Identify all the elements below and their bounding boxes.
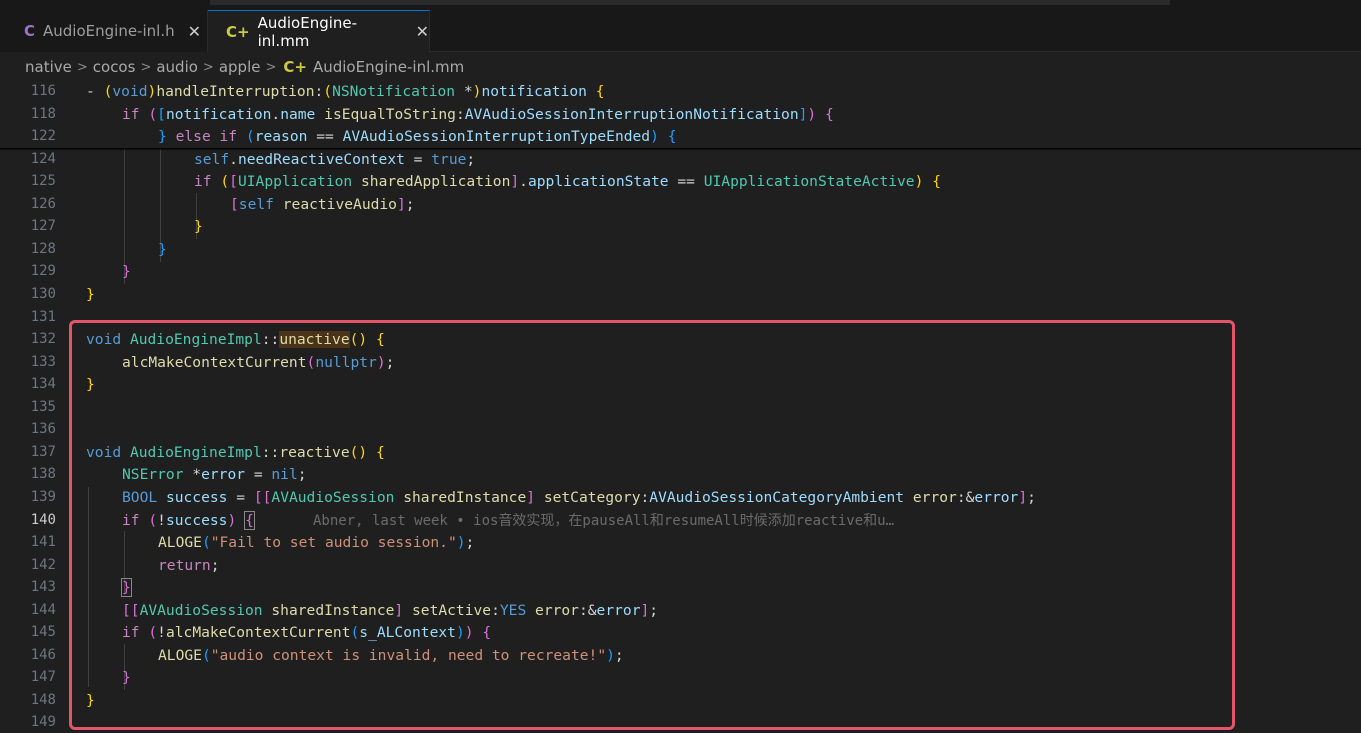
line-number: 122 <box>30 128 56 144</box>
line-number: 118 <box>30 106 56 122</box>
sticky-line[interactable]: 118 if ([notification.name isEqualToStri… <box>0 103 1361 125</box>
line-number: 137 <box>30 444 56 460</box>
code-line: 129 } <box>0 260 1361 282</box>
line-number: 126 <box>30 196 56 212</box>
c-file-icon: C <box>24 22 36 40</box>
line-number: 144 <box>30 602 56 618</box>
code-text: } <box>158 240 167 258</box>
breadcrumb-item-file[interactable]: AudioEngine-inl.mm <box>313 58 464 76</box>
line-number: 135 <box>30 399 56 415</box>
line-number: 133 <box>30 354 56 370</box>
code-line: 125 if ([UIApplication sharedApplication… <box>0 170 1361 192</box>
cpp-file-icon: C+ <box>283 58 307 76</box>
line-number: 149 <box>30 714 56 730</box>
code-text: if ([UIApplication sharedApplication].ap… <box>194 172 941 190</box>
code-line: 130 } <box>0 283 1361 305</box>
line-number: 139 <box>30 489 56 505</box>
chevron-right-icon: > <box>76 59 88 75</box>
sticky-line[interactable]: 122 } else if (reason == AVAudioSessionI… <box>0 125 1361 147</box>
code-text: if ([notification.name isEqualToString:A… <box>122 105 834 123</box>
close-icon[interactable]: ✕ <box>188 22 201 41</box>
line-number: 132 <box>30 331 56 347</box>
line-number: 129 <box>30 263 56 279</box>
breadcrumb: native > cocos > audio > apple > C+ Audi… <box>0 53 1361 81</box>
line-number: 142 <box>30 557 56 573</box>
line-number: 147 <box>30 669 56 685</box>
breadcrumb-item-apple[interactable]: apple <box>219 58 261 76</box>
code-line: 126 [self reactiveAudio]; <box>0 193 1361 215</box>
tab-audioengine-inl-mm[interactable]: C+ AudioEngine-inl.mm ✕ <box>208 10 430 52</box>
line-number: 124 <box>30 151 56 167</box>
line-number: 141 <box>30 534 56 550</box>
highlight-annotation-box <box>69 320 1235 730</box>
code-text: } <box>86 285 95 303</box>
tab-audioengine-inl-h[interactable]: C AudioEngine-inl.h ✕ <box>0 10 208 52</box>
line-number: 127 <box>30 218 56 234</box>
cpp-file-icon: C+ <box>226 22 250 41</box>
line-number: 131 <box>30 309 56 325</box>
tab-bar-scrollbar[interactable] <box>0 0 1361 9</box>
line-number: 148 <box>30 692 56 708</box>
line-number: 130 <box>30 286 56 302</box>
sticky-line[interactable]: 116 - (void)handleInterruption:(NSNotifi… <box>0 80 1361 102</box>
code-text: } else if (reason == AVAudioSessionInter… <box>158 127 677 145</box>
code-text: [self reactiveAudio]; <box>230 195 415 213</box>
line-number: 125 <box>30 173 56 189</box>
close-icon[interactable]: ✕ <box>416 22 429 41</box>
line-number: 145 <box>30 624 56 640</box>
chevron-right-icon: > <box>265 59 277 75</box>
tab-label: AudioEngine-inl.h <box>43 22 175 40</box>
code-line: 127 } <box>0 215 1361 237</box>
line-number: 143 <box>30 579 56 595</box>
code-text: - (void)handleInterruption:(NSNotificati… <box>86 82 605 100</box>
code-line: 124 self.needReactiveContext = true; <box>0 148 1361 170</box>
sticky-scroll-shadow <box>0 148 1361 151</box>
code-text: } <box>194 217 203 235</box>
code-line: 128 } <box>0 238 1361 260</box>
chevron-right-icon: > <box>202 59 214 75</box>
breadcrumb-item-native[interactable]: native <box>25 58 72 76</box>
line-number: 138 <box>30 466 56 482</box>
line-number: 134 <box>30 376 56 392</box>
line-number: 146 <box>30 647 56 663</box>
chevron-right-icon: > <box>140 59 152 75</box>
line-number: 128 <box>30 241 56 257</box>
breadcrumb-item-cocos[interactable]: cocos <box>93 58 136 76</box>
line-number: 140 <box>30 512 56 528</box>
tab-label: AudioEngine-inl.mm <box>257 13 358 50</box>
tab-bar: C AudioEngine-inl.h ✕ C+ AudioEngine-inl… <box>0 0 1361 52</box>
line-number: 116 <box>30 83 56 99</box>
code-text: self.needReactiveContext = true; <box>194 150 476 168</box>
breadcrumb-item-audio[interactable]: audio <box>156 58 198 76</box>
line-number: 136 <box>30 421 56 437</box>
code-text: } <box>122 262 131 280</box>
